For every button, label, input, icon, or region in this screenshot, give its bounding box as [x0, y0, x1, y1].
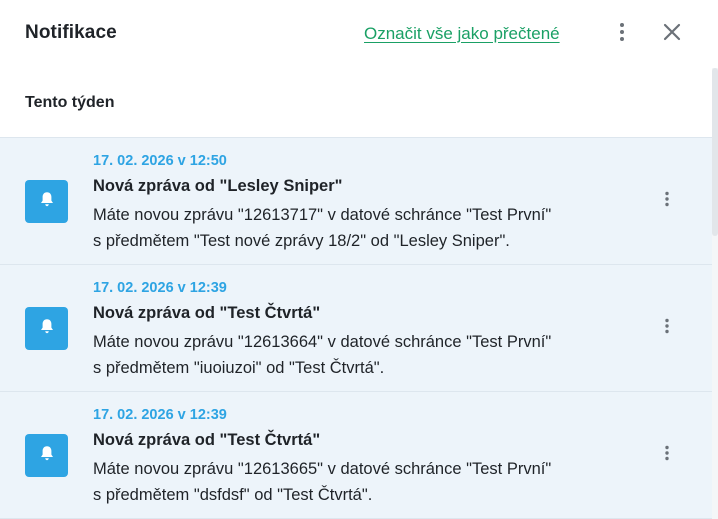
notification-body-line: Máte novou zprávu "12613664" v datové sc… — [93, 333, 552, 351]
notification-body-line: s předmětem "Test nové zprávy 18/2" od "… — [93, 232, 510, 250]
more-vertical-icon — [664, 191, 670, 212]
notification-body-line: s předmětem "iuoiuzoi" od "Test Čtvrtá". — [93, 359, 385, 377]
close-icon — [663, 23, 681, 46]
notification-more-button[interactable] — [655, 189, 679, 213]
notification-icon-box — [25, 434, 68, 477]
notification-item[interactable]: 17. 02. 2026 v 12:50 Nová zpráva od "Les… — [0, 137, 712, 264]
notification-body: Máte novou zprávu "12613664" v datové sc… — [93, 329, 633, 381]
section-heading-this-week: Tento týden — [25, 94, 115, 111]
panel-title: Notifikace — [25, 22, 117, 43]
notification-title: Nová zpráva od "Test Čtvrtá" — [93, 304, 321, 322]
notification-item[interactable]: 17. 02. 2026 v 12:39 Nová zpráva od "Tes… — [0, 391, 712, 519]
panel-header: Notifikace Označit vše jako přečtené — [0, 0, 718, 68]
more-vertical-icon — [619, 22, 625, 47]
notification-title: Nová zpráva od "Test Čtvrtá" — [93, 431, 321, 449]
bell-icon — [39, 191, 55, 213]
bell-icon — [39, 318, 55, 340]
notification-more-button[interactable] — [655, 443, 679, 467]
notification-date: 17. 02. 2026 v 12:39 — [93, 407, 227, 423]
more-vertical-icon — [664, 318, 670, 339]
notification-list: 17. 02. 2026 v 12:50 Nová zpráva od "Les… — [0, 137, 712, 519]
notification-date: 17. 02. 2026 v 12:39 — [93, 280, 227, 296]
scrollbar-thumb[interactable] — [712, 68, 718, 236]
notification-icon-box — [25, 180, 68, 223]
notification-item[interactable]: 17. 02. 2026 v 12:39 Nová zpráva od "Tes… — [0, 264, 712, 391]
notification-body-line: Máte novou zprávu "12613717" v datové sc… — [93, 206, 552, 224]
mark-all-read-link[interactable]: Označit vše jako přečtené — [364, 24, 560, 44]
notification-body-line: s předmětem "dsfdsf" od "Test Čtvrtá". — [93, 486, 373, 504]
notification-body: Máte novou zprávu "12613717" v datové sc… — [93, 202, 633, 254]
notification-more-button[interactable] — [655, 316, 679, 340]
notification-date: 17. 02. 2026 v 12:50 — [93, 153, 227, 169]
close-button[interactable] — [660, 22, 684, 46]
more-vertical-icon — [664, 445, 670, 466]
more-options-button[interactable] — [610, 22, 634, 46]
notification-title: Nová zpráva od "Lesley Sniper" — [93, 177, 343, 195]
scrollbar-track[interactable] — [712, 68, 718, 519]
notification-icon-box — [25, 307, 68, 350]
bell-icon — [39, 445, 55, 467]
notifications-panel: Notifikace Označit vše jako přečtené Ten… — [0, 0, 718, 519]
notification-body-line: Máte novou zprávu "12613665" v datové sc… — [93, 460, 552, 478]
notification-body: Máte novou zprávu "12613665" v datové sc… — [93, 456, 633, 508]
